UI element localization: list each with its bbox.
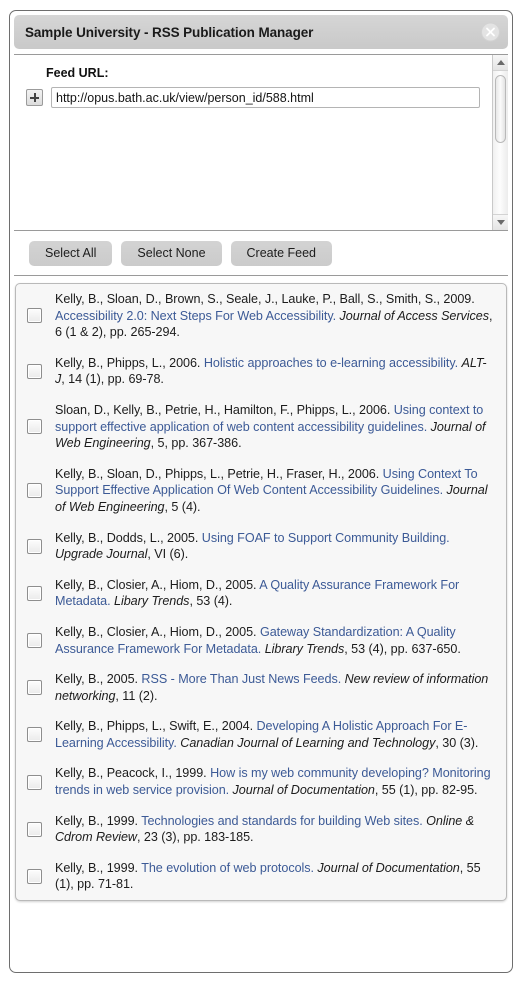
feed-url-input[interactable]	[51, 87, 480, 108]
publication-checkbox[interactable]	[27, 633, 42, 648]
publication-row[interactable]: Kelly, B., 1999. The evolution of web pr…	[16, 853, 506, 900]
publication-citation: Kelly, B., Peacock, I., 1999. How is my …	[55, 765, 496, 798]
publication-journal-name: Journal of Access Services	[339, 308, 489, 323]
publication-citation: Kelly, B., Closier, A., Hiom, D., 2005. …	[55, 624, 496, 657]
publication-text: , 53 (4), pp. 637-650.	[344, 641, 461, 656]
publication-title-link[interactable]: The evolution of web protocols.	[141, 861, 314, 875]
publication-text: Kelly, B., Sloan, D., Phipps, L., Petrie…	[55, 466, 383, 481]
publication-text: Kelly, B., 1999.	[55, 813, 142, 828]
app-root: Sample University - RSS Publication Mana…	[0, 0, 522, 982]
publication-journal-name: Libary Trends	[114, 594, 190, 609]
publication-text: Kelly, B., Phipps, L., Swift, E., 2004.	[55, 719, 257, 734]
publication-citation: Kelly, B., Dodds, L., 2005. Using FOAF t…	[55, 530, 496, 563]
publication-text: , 23 (3), pp. 183-185.	[136, 830, 254, 845]
publication-citation: Kelly, B., Sloan, D., Brown, S., Seale, …	[55, 291, 496, 341]
feed-url-panel: Feed URL:	[14, 54, 508, 231]
publication-journal-name: Library Trends	[264, 641, 345, 656]
publication-row[interactable]: Kelly, B., 2005. RSS - More Than Just Ne…	[16, 664, 506, 711]
publication-citation: Kelly, B., 1999. Technologies and standa…	[55, 813, 496, 846]
select-all-button[interactable]: Select All	[29, 240, 113, 266]
publication-text: Kelly, B., Peacock, I., 1999.	[55, 766, 211, 781]
publication-citation: Kelly, B., Sloan, D., Phipps, L., Petrie…	[55, 466, 496, 516]
publication-citation: Kelly, B., Phipps, L., 2006. Holistic ap…	[55, 355, 496, 388]
publication-row[interactable]: Kelly, B., Sloan, D., Brown, S., Seale, …	[16, 284, 506, 348]
publication-journal-name: Canadian Journal of Learning and Technol…	[180, 735, 436, 750]
publication-checkbox[interactable]	[27, 419, 42, 435]
publication-text: , VI (6).	[147, 547, 189, 562]
publication-title-link[interactable]: Accessibility 2.0: Next Steps For Web Ac…	[55, 309, 336, 323]
publication-title-link[interactable]: Using FOAF to Support Community Building…	[202, 531, 450, 545]
publication-text: , 14 (1), pp. 69-78.	[61, 372, 164, 387]
publication-row[interactable]: Kelly, B., Phipps, L., Swift, E., 2004. …	[16, 711, 506, 758]
publication-row[interactable]: Kelly, B., 1999. Technologies and standa…	[16, 806, 506, 853]
publication-checkbox[interactable]	[27, 538, 42, 554]
publication-checkbox[interactable]	[27, 680, 42, 696]
publication-title-link[interactable]: Holistic approaches to e-learning access…	[204, 356, 458, 370]
publication-text: Kelly, B., Phipps, L., 2006.	[55, 355, 204, 370]
publication-text: , 5 (4).	[164, 499, 201, 514]
publication-citation: Kelly, B., 2005. RSS - More Than Just Ne…	[55, 671, 496, 704]
create-feed-button[interactable]: Create Feed	[230, 240, 333, 266]
publication-checkbox[interactable]	[27, 363, 42, 379]
publication-row[interactable]: Kelly, B., Closier, A., Hiom, D., 2005. …	[16, 617, 506, 664]
feed-url-label: Feed URL:	[46, 66, 109, 80]
publication-title-link[interactable]: RSS - More Than Just News Feeds.	[141, 672, 341, 686]
publication-citation: Kelly, B., 1999. The evolution of web pr…	[55, 860, 496, 893]
publication-text: Kelly, B., 1999.	[55, 860, 142, 875]
publication-text: Kelly, B., 2005.	[55, 672, 142, 687]
scroll-up-arrow-icon[interactable]	[493, 55, 508, 71]
publication-citation: Kelly, B., Phipps, L., Swift, E., 2004. …	[55, 718, 496, 751]
publication-citation: Sloan, D., Kelly, B., Petrie, H., Hamilt…	[55, 402, 496, 452]
publication-journal-name: Upgrade Journal	[55, 547, 148, 562]
publication-text: , 5, pp. 367-386.	[150, 436, 242, 451]
publication-title-link[interactable]: Technologies and standards for building …	[141, 814, 423, 828]
publication-checkbox[interactable]	[27, 821, 42, 837]
publication-row[interactable]: Kelly, B., Sloan, D., Phipps, L., Petrie…	[16, 459, 506, 523]
window-titlebar: Sample University - RSS Publication Mana…	[14, 15, 508, 49]
publication-text: Kelly, B., Closier, A., Hiom, D., 2005.	[55, 624, 260, 639]
publication-text: Kelly, B., Dodds, L., 2005.	[55, 530, 202, 545]
publication-journal-name: Journal of Documentation	[317, 860, 460, 875]
publication-row[interactable]: Kelly, B., Phipps, L., 2006. Holistic ap…	[16, 348, 506, 395]
scrollbar-thumb[interactable]	[495, 75, 506, 143]
publication-text: Kelly, B., Closier, A., Hiom, D., 2005.	[55, 577, 260, 592]
publication-row[interactable]: Kelly, B., Peacock, I., 1999. How is my …	[16, 758, 506, 805]
publication-list: Kelly, B., Sloan, D., Brown, S., Seale, …	[15, 283, 507, 902]
close-icon[interactable]	[481, 22, 500, 42]
publication-checkbox[interactable]	[27, 483, 42, 499]
feed-url-content: Feed URL:	[14, 55, 492, 230]
feed-url-scrollbar[interactable]	[492, 55, 508, 230]
feed-url-row	[26, 87, 492, 108]
select-none-button[interactable]: Select None	[121, 240, 222, 266]
publication-text: , 55 (1), pp. 82-95.	[374, 783, 478, 798]
plus-expand-icon[interactable]	[26, 89, 43, 106]
rss-publication-manager-window: Sample University - RSS Publication Mana…	[9, 10, 513, 973]
scroll-down-arrow-icon[interactable]	[493, 214, 508, 230]
publication-row[interactable]: Kelly, B., Dodds, L., 2005. Using FOAF t…	[16, 523, 506, 570]
publication-checkbox[interactable]	[27, 774, 42, 790]
publication-checkbox[interactable]	[27, 868, 42, 884]
publication-text: Sloan, D., Kelly, B., Petrie, H., Hamilt…	[55, 402, 394, 417]
publication-checkbox[interactable]	[27, 585, 42, 601]
publication-text: , 11 (2).	[115, 688, 158, 703]
publication-row[interactable]: Kelly, B., Closier, A., Hiom, D., 2005. …	[16, 570, 506, 617]
publication-checkbox[interactable]	[27, 308, 42, 324]
publication-journal-name: Journal of Documentation	[232, 783, 375, 798]
publication-text: , 30 (3).	[435, 735, 479, 750]
action-button-bar: Select All Select None Create Feed	[14, 231, 508, 276]
publication-row[interactable]: Sloan, D., Kelly, B., Petrie, H., Hamilt…	[16, 395, 506, 459]
window-title: Sample University - RSS Publication Mana…	[25, 24, 314, 40]
publication-checkbox[interactable]	[27, 727, 42, 743]
publication-text: Kelly, B., Sloan, D., Brown, S., Seale, …	[55, 292, 475, 306]
publication-citation: Kelly, B., Closier, A., Hiom, D., 2005. …	[55, 577, 496, 610]
publication-text: , 53 (4).	[189, 594, 233, 609]
